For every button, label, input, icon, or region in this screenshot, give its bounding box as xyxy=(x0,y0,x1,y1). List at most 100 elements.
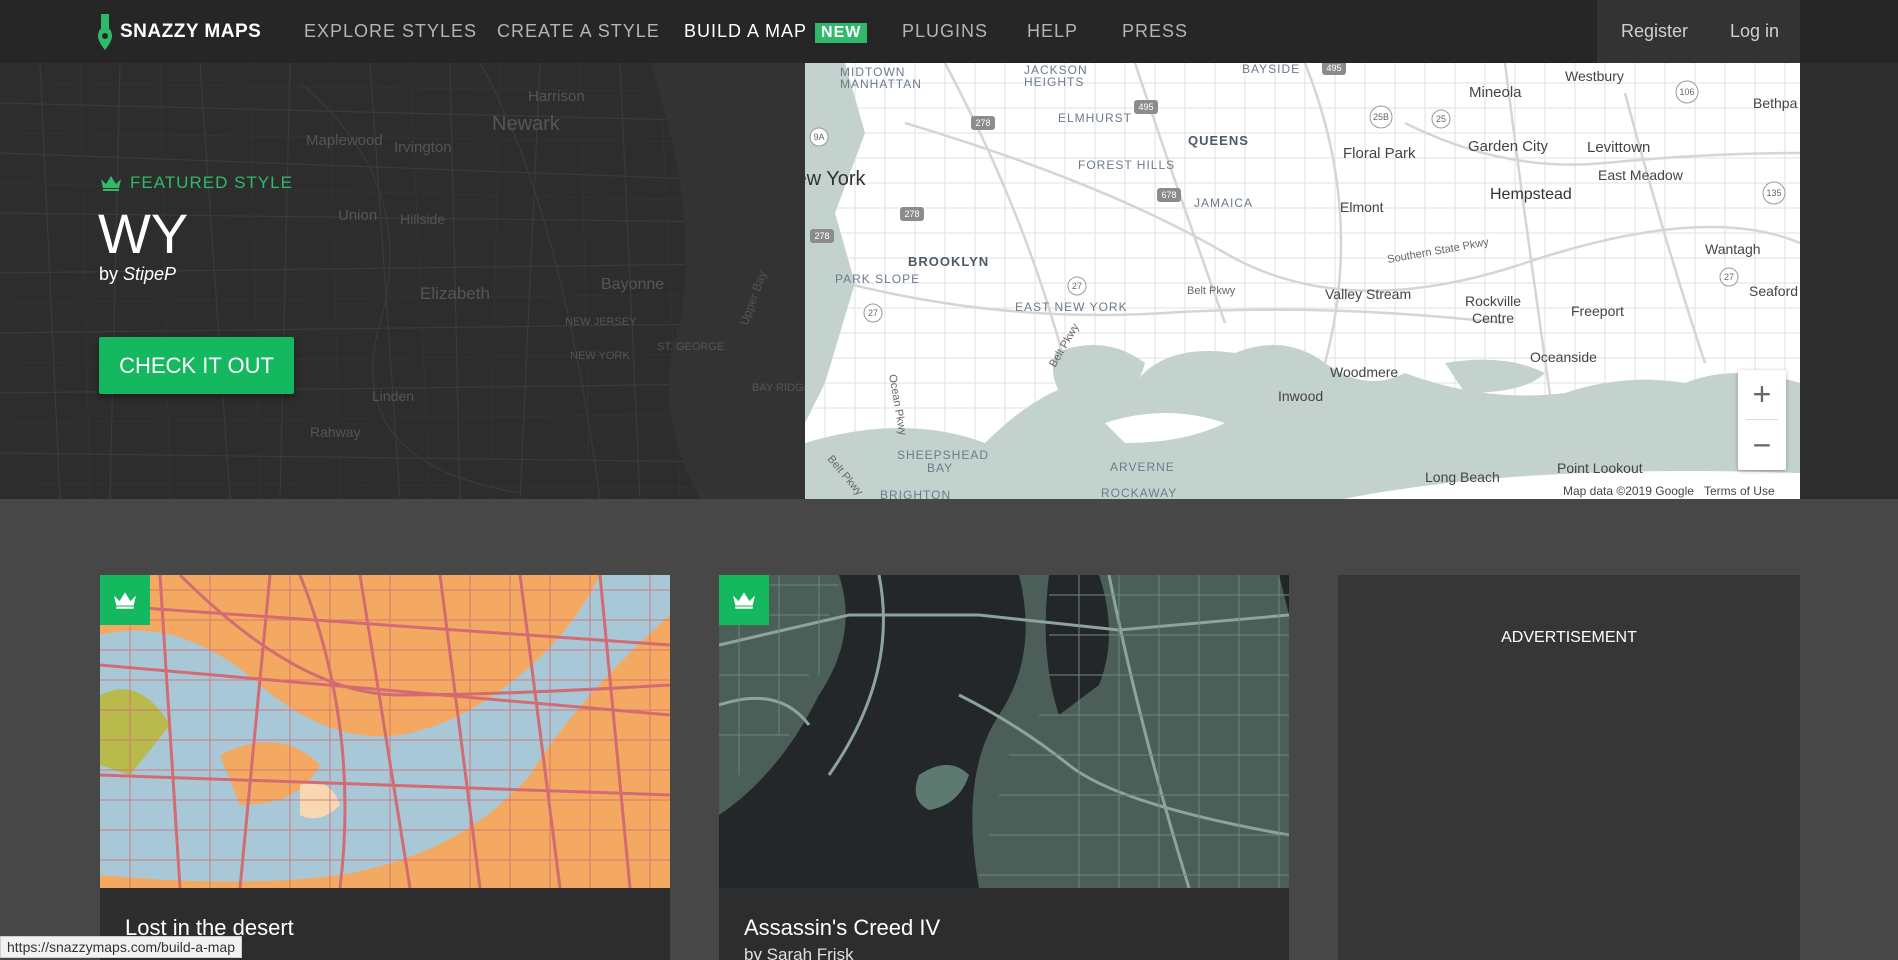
top-navbar: SNAZZY MAPS EXPLORE STYLES CREATE A STYL… xyxy=(0,0,1898,63)
place-label: Westbury xyxy=(1565,68,1624,84)
svg-text:278: 278 xyxy=(904,209,919,219)
featured-crown-badge xyxy=(719,575,769,625)
neighborhood-label: MANHATTAN xyxy=(840,77,922,91)
highway-shield: 678 xyxy=(1157,188,1181,202)
nav-explore-styles[interactable]: EXPLORE STYLES xyxy=(304,21,477,42)
style-card[interactable]: Assassin's Creed IV by Sarah Frisk xyxy=(719,575,1289,960)
bg-place-label: Maplewood xyxy=(306,132,383,149)
featured-eyebrow: FEATURED STYLE xyxy=(130,173,293,192)
svg-text:135: 135 xyxy=(1766,188,1781,198)
neighborhood-label: ARVERNE xyxy=(1110,460,1175,474)
map-preview[interactable]: 278 495 495 278 278 678 27 27 27 25 25B … xyxy=(805,63,1800,499)
login-link[interactable]: Log in xyxy=(1730,21,1779,42)
place-label: Seaford xyxy=(1749,283,1798,299)
site-name: SNAZZY MAPS xyxy=(120,21,262,42)
place-label: Hempstead xyxy=(1490,186,1572,203)
highway-shield: 9A xyxy=(809,127,829,147)
place-label: Point Lookout xyxy=(1557,460,1643,476)
place-label: Freeport xyxy=(1571,303,1624,319)
advertisement-panel: ADVERTISEMENT xyxy=(1338,575,1800,960)
neighborhood-label: FOREST HILLS xyxy=(1078,158,1175,172)
neighborhood-label: BAY xyxy=(927,461,953,475)
map-pin-logo-icon xyxy=(98,14,112,50)
featured-style-title[interactable]: WY xyxy=(98,201,188,266)
neighborhood-label: BRIGHTON xyxy=(880,488,951,499)
highway-shield: 27 xyxy=(1067,276,1087,296)
bg-place-label: Harrison xyxy=(528,88,585,105)
advertisement-label: ADVERTISEMENT xyxy=(1501,629,1637,646)
neighborhood-label: BROOKLYN xyxy=(908,254,989,269)
crown-icon xyxy=(733,592,755,609)
place-label: Inwood xyxy=(1278,388,1323,404)
neighborhood-label: QUEENS xyxy=(1188,133,1249,148)
browser-status-bar: https://snazzymaps.com/build-a-map xyxy=(0,936,242,958)
nav-press[interactable]: PRESS xyxy=(1122,21,1188,42)
style-card-title[interactable]: Assassin's Creed IV xyxy=(744,915,940,941)
map-canvas[interactable]: 278 495 495 278 278 678 27 27 27 25 25B … xyxy=(805,63,1800,499)
place-label: Long Beach xyxy=(1425,469,1500,485)
nav-build-a-map[interactable]: BUILD A MAP NEW xyxy=(684,21,868,43)
place-label: Woodmere xyxy=(1330,364,1398,380)
highway-shield: 278 xyxy=(810,229,834,243)
bg-place-label: Union xyxy=(338,207,377,224)
featured-crown-badge xyxy=(100,575,150,625)
highway-shield: 25 xyxy=(1431,109,1451,129)
register-link[interactable]: Register xyxy=(1621,21,1688,42)
zoom-divider xyxy=(1746,419,1778,420)
nav-help[interactable]: HELP xyxy=(1027,21,1078,42)
highway-shield: 278 xyxy=(971,116,995,130)
style-thumbnail[interactable] xyxy=(719,575,1289,888)
style-card[interactable]: Lost in the desert xyxy=(100,575,670,960)
featured-style-author: by StipeP xyxy=(99,264,176,285)
highway-shield: 135 xyxy=(1762,181,1786,205)
map-attribution: Map data ©2019 Google Terms of Use xyxy=(1557,484,1781,499)
svg-text:25: 25 xyxy=(1436,114,1446,124)
featured-hero: Harrison Newark Irvington Maplewood Unio… xyxy=(0,63,1898,499)
place-label: Mineola xyxy=(1469,84,1522,101)
site-logo[interactable]: SNAZZY MAPS xyxy=(98,14,261,50)
crown-icon xyxy=(114,592,136,609)
auth-area: Register Log in xyxy=(1597,0,1800,63)
neighborhood-label: ROCKAWAY xyxy=(1101,486,1177,499)
svg-text:495: 495 xyxy=(1138,102,1153,112)
svg-text:27: 27 xyxy=(1072,281,1082,291)
road-label: Belt Pkwy xyxy=(1187,285,1236,297)
check-it-out-button[interactable]: CHECK IT OUT xyxy=(99,337,294,394)
bg-place-label: Newark xyxy=(492,113,561,135)
svg-text:25B: 25B xyxy=(1373,112,1389,122)
style-card-author[interactable]: by Sarah Frisk xyxy=(744,945,854,960)
neighborhood-label: SHEEPSHEAD xyxy=(897,448,989,462)
place-label: Wantagh xyxy=(1705,241,1761,257)
svg-text:278: 278 xyxy=(814,231,829,241)
place-label: Garden City xyxy=(1468,138,1549,155)
bg-place-label: Irvington xyxy=(394,139,452,156)
neighborhood-label: JAMAICA xyxy=(1194,196,1253,210)
place-label: Bethpa xyxy=(1753,95,1798,111)
place-label: Elmont xyxy=(1340,199,1384,215)
bg-place-label: NEW YORK xyxy=(570,350,630,362)
neighborhood-label: BAYSIDE xyxy=(1242,63,1300,76)
featured-style-label: FEATURED STYLE xyxy=(100,173,293,193)
place-label: Valley Stream xyxy=(1325,286,1411,302)
nav-build-a-map-label: BUILD A MAP xyxy=(684,21,808,41)
bg-place-label: NEW JERSEY xyxy=(565,316,637,328)
highway-shield: 25B xyxy=(1369,105,1393,129)
neighborhood-label: EAST NEW YORK xyxy=(1015,300,1128,314)
nav-create-a-style[interactable]: CREATE A STYLE xyxy=(497,21,660,42)
map-zoom-controls: + − xyxy=(1738,370,1786,470)
svg-text:495: 495 xyxy=(1326,63,1341,73)
zoom-in-button[interactable]: + xyxy=(1738,370,1786,419)
style-thumbnail[interactable] xyxy=(100,575,670,888)
neighborhood-label: PARK SLOPE xyxy=(835,272,920,286)
bg-place-label: BAY RIDGE xyxy=(752,382,805,394)
highway-shield: 495 xyxy=(1322,63,1346,75)
highway-shield: 495 xyxy=(1134,100,1158,114)
terms-of-use-link[interactable]: Terms of Use xyxy=(1704,484,1775,499)
svg-text:278: 278 xyxy=(975,118,990,128)
zoom-out-button[interactable]: − xyxy=(1738,421,1786,470)
author-link[interactable]: StipeP xyxy=(123,264,176,284)
bg-place-label: Rahway xyxy=(310,424,361,440)
place-label: Rockville xyxy=(1465,293,1521,309)
bg-place-label: Linden xyxy=(372,388,414,404)
nav-plugins[interactable]: PLUGINS xyxy=(902,21,988,42)
